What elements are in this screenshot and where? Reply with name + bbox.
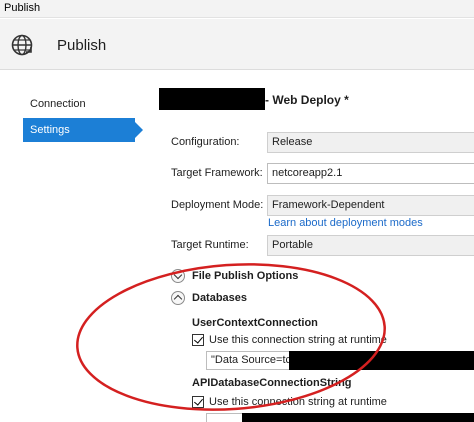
window-title: Publish [4, 2, 41, 14]
usercontext-checkbox-label: Use this connection string at runtime [209, 334, 387, 346]
file-publish-options-header[interactable]: File Publish Options [192, 270, 298, 282]
redacted-api-connection-string [242, 413, 474, 422]
usercontext-runtime-checkbox[interactable] [192, 334, 204, 346]
sidebar: Connection Settings [0, 71, 150, 422]
deployment-mode-select[interactable]: Framework-Dependent [267, 195, 474, 216]
page-title: Publish [57, 37, 107, 54]
target-framework-select[interactable]: netcoreapp2.1 [267, 163, 474, 184]
apidatabase-runtime-checkbox[interactable] [192, 396, 204, 408]
target-runtime-select[interactable]: Portable [267, 235, 474, 256]
globe-publish-icon [11, 34, 33, 56]
window-titlebar: Publish [0, 0, 474, 18]
sidebar-item-settings[interactable]: Settings [23, 118, 143, 142]
target-runtime-label: Target Runtime: [171, 239, 249, 251]
publish-header: Publish [0, 19, 474, 70]
expand-file-publish-icon[interactable] [171, 269, 185, 283]
sidebar-item-connection[interactable]: Connection [23, 92, 135, 116]
apidatabase-checkbox-label: Use this connection string at runtime [209, 396, 387, 408]
db-name-apidatabase: APIDatabaseConnectionString [192, 377, 352, 389]
collapse-databases-icon[interactable] [171, 291, 185, 305]
deployment-mode-label: Deployment Mode: [171, 199, 264, 211]
redacted-connection-string [289, 351, 474, 370]
target-framework-label: Target Framework: [171, 167, 263, 179]
profile-title: - Web Deploy * [265, 93, 349, 107]
settings-panel: - Web Deploy * Configuration: Release Ta… [150, 71, 474, 422]
configuration-select[interactable]: Release [267, 132, 474, 153]
configuration-label: Configuration: [171, 136, 240, 148]
db-name-usercontext: UserContextConnection [192, 317, 318, 329]
databases-header[interactable]: Databases [192, 292, 247, 304]
deployment-modes-link[interactable]: Learn about deployment modes [268, 217, 423, 229]
redacted-profile-name [159, 88, 265, 110]
